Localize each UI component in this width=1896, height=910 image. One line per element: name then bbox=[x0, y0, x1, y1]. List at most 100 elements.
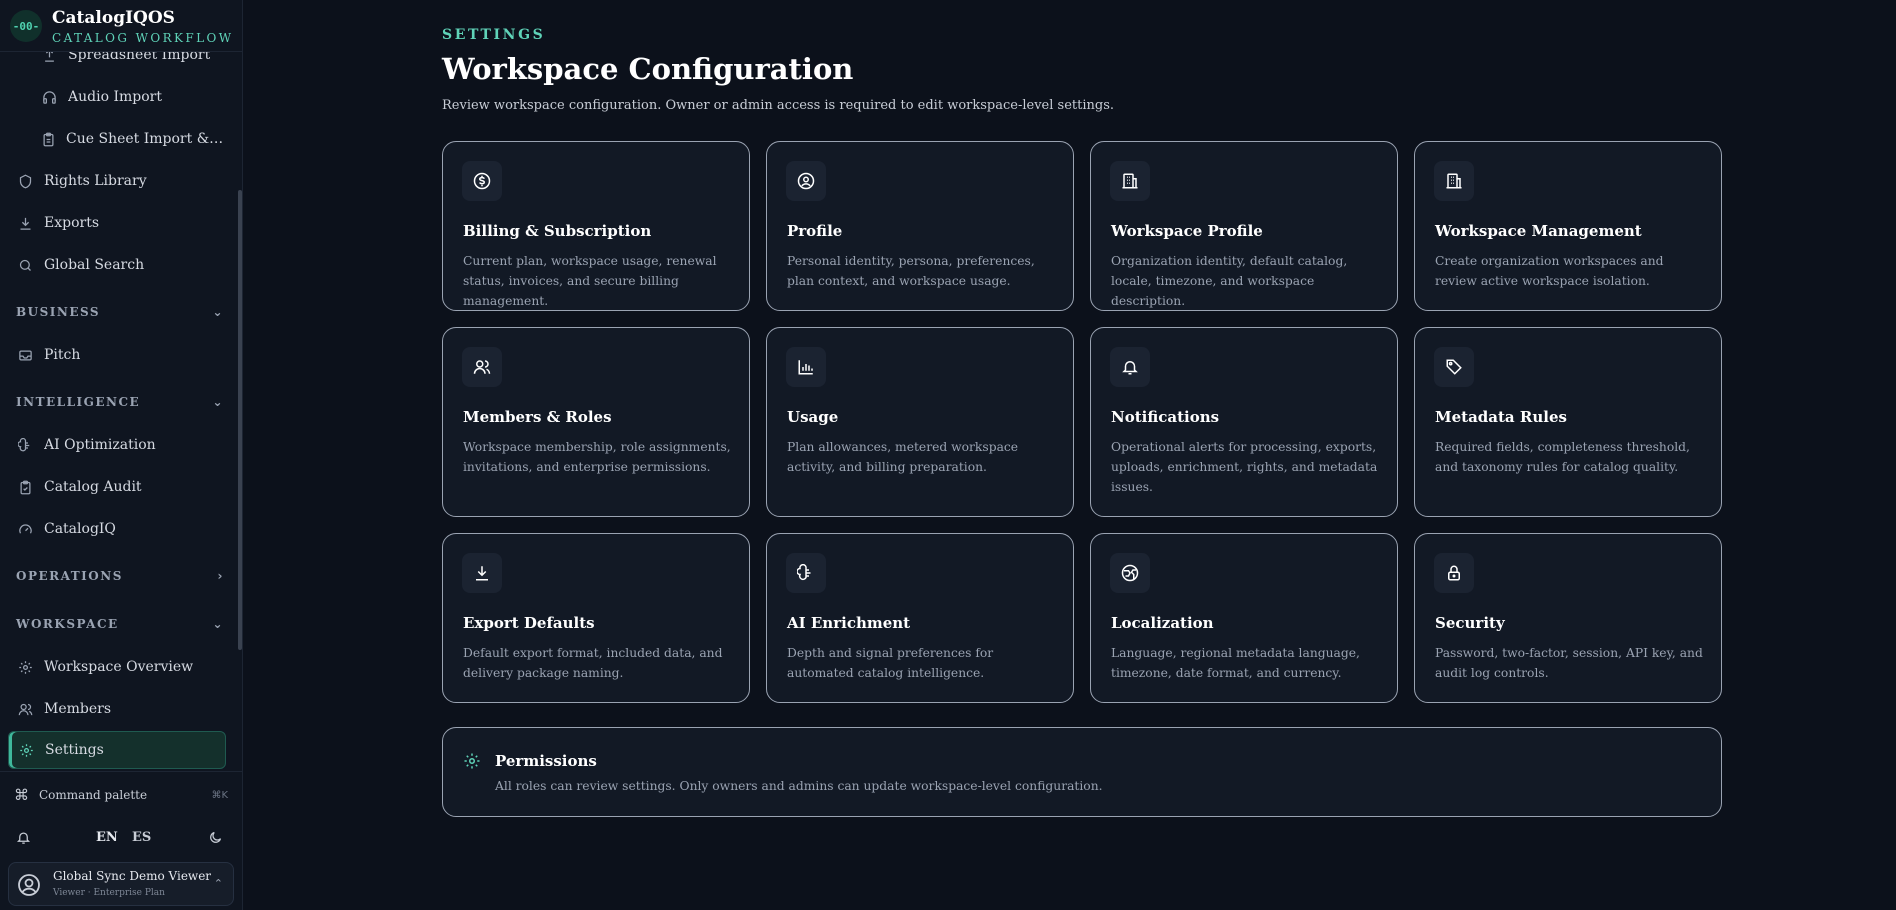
sidebar-item-members[interactable]: Members bbox=[8, 690, 226, 728]
inbox-icon bbox=[16, 346, 34, 364]
chevron-up-icon: ⌃ bbox=[213, 877, 223, 890]
sidebar-item-global-search[interactable]: Global Search bbox=[8, 246, 226, 284]
language-en-button[interactable]: EN bbox=[96, 830, 118, 845]
sidebar-item-settings[interactable]: Settings bbox=[8, 731, 226, 769]
command-palette-button[interactable]: ⌘ Command palette ⌘K bbox=[14, 786, 228, 804]
section-label: WORKSPACE bbox=[16, 617, 119, 631]
page-eyebrow: SETTINGS bbox=[442, 27, 546, 43]
chevron-down-icon: ⌄ bbox=[212, 305, 224, 319]
card-description: Required fields, completeness threshold,… bbox=[1435, 440, 1690, 474]
clipboard-icon bbox=[40, 130, 56, 148]
sidebar-item-pitch[interactable]: Pitch bbox=[8, 336, 226, 374]
card-export-defaults[interactable]: Export Defaults Default export format, i… bbox=[442, 533, 750, 703]
sidebar-footer: ⌘ Command palette ⌘K EN ES Global Sync D… bbox=[0, 771, 242, 910]
sidebar-item-rights-library[interactable]: Rights Library bbox=[8, 162, 226, 200]
gear-icon bbox=[17, 741, 35, 759]
shield-icon bbox=[16, 172, 34, 190]
dollar-circle-icon bbox=[462, 161, 502, 201]
card-title: AI Enrichment bbox=[787, 614, 911, 632]
card-description: Depth and signal preferences for automat… bbox=[787, 646, 994, 680]
command-palette-label: Command palette bbox=[39, 788, 148, 802]
sidebar-item-label: Pitch bbox=[44, 347, 81, 363]
bell-icon[interactable] bbox=[16, 830, 31, 845]
brain-icon bbox=[786, 553, 826, 593]
card-title: Billing & Subscription bbox=[463, 222, 652, 240]
sidebar-item-ai-optimization[interactable]: AI Optimization bbox=[8, 426, 226, 464]
section-intelligence[interactable]: INTELLIGENCE ⌄ bbox=[16, 392, 224, 412]
card-title: Workspace Profile bbox=[1111, 222, 1263, 240]
bell-icon bbox=[1110, 347, 1150, 387]
permissions-description: All roles can review settings. Only owne… bbox=[495, 779, 1103, 793]
tag-icon bbox=[1434, 347, 1474, 387]
sidebar-item-label: Cue Sheet Import & Re... bbox=[66, 131, 226, 147]
card-description: Current plan, workspace usage, renewal s… bbox=[463, 254, 717, 308]
card-localization[interactable]: Localization Language, regional metadata… bbox=[1090, 533, 1398, 703]
sidebar-item-label: Settings bbox=[45, 742, 104, 758]
lock-icon bbox=[1434, 553, 1474, 593]
app-tagline: CATALOG WORKFLOW bbox=[52, 31, 234, 45]
sidebar-item-label: Audio Import bbox=[68, 89, 162, 105]
gear-icon bbox=[16, 658, 34, 676]
chevron-down-icon: ⌄ bbox=[212, 395, 224, 409]
sidebar-item-exports[interactable]: Exports bbox=[8, 204, 226, 242]
sidebar-item-label: Catalog Audit bbox=[44, 479, 142, 495]
chevron-down-icon: ⌄ bbox=[212, 617, 224, 631]
section-operations[interactable]: OPERATIONS › bbox=[16, 566, 224, 586]
section-business[interactable]: BUSINESS ⌄ bbox=[16, 302, 224, 322]
user-avatar-icon bbox=[17, 873, 41, 897]
section-label: INTELLIGENCE bbox=[16, 395, 141, 409]
download-icon bbox=[462, 553, 502, 593]
section-workspace[interactable]: WORKSPACE ⌄ bbox=[16, 614, 224, 634]
sidebar-item-catalog-audit[interactable]: Catalog Audit bbox=[8, 468, 226, 506]
user-menu[interactable]: Global Sync Demo Viewer Viewer · Enterpr… bbox=[8, 862, 234, 906]
card-description: Default export format, included data, an… bbox=[463, 646, 723, 680]
card-title: Notifications bbox=[1111, 408, 1220, 426]
card-workspace-management[interactable]: Workspace Management Create organization… bbox=[1414, 141, 1722, 311]
sidebar-scrollbar[interactable] bbox=[238, 190, 242, 650]
sidebar-item-audio-import[interactable]: Audio Import bbox=[8, 78, 226, 116]
card-profile[interactable]: Profile Personal identity, persona, pref… bbox=[766, 141, 1074, 311]
user-role: Viewer · Enterprise Plan bbox=[53, 888, 165, 898]
card-security[interactable]: Security Password, two-factor, session, … bbox=[1414, 533, 1722, 703]
card-description: Language, regional metadata language, ti… bbox=[1111, 646, 1360, 680]
clipboard-check-icon bbox=[16, 478, 34, 496]
sidebar-item-cue-sheet-import[interactable]: Cue Sheet Import & Re... bbox=[8, 120, 226, 158]
sidebar-item-catalogiq[interactable]: CatalogIQ bbox=[8, 510, 226, 548]
page-subtitle: Review workspace configuration. Owner or… bbox=[442, 98, 1115, 113]
card-ai-enrichment[interactable]: AI Enrichment Depth and signal preferenc… bbox=[766, 533, 1074, 703]
card-usage[interactable]: Usage Plan allowances, metered workspace… bbox=[766, 327, 1074, 517]
brand-header[interactable]: -00- CatalogIQOS CATALOG WORKFLOW bbox=[0, 0, 242, 52]
moon-icon[interactable] bbox=[208, 830, 223, 845]
card-description: Plan allowances, metered workspace activ… bbox=[787, 440, 1019, 474]
globe-icon bbox=[1110, 553, 1150, 593]
command-icon: ⌘ bbox=[14, 786, 29, 804]
sidebar-item-label: AI Optimization bbox=[44, 437, 156, 453]
card-members-roles[interactable]: Members & Roles Workspace membership, ro… bbox=[442, 327, 750, 517]
card-billing-subscription[interactable]: Billing & Subscription Current plan, wor… bbox=[442, 141, 750, 311]
card-title: Localization bbox=[1111, 614, 1214, 632]
building-icon bbox=[1434, 161, 1474, 201]
card-title: Workspace Management bbox=[1435, 222, 1642, 240]
sidebar-item-workspace-overview[interactable]: Workspace Overview bbox=[8, 648, 226, 686]
page-title: Workspace Configuration bbox=[442, 52, 854, 86]
permissions-title: Permissions bbox=[495, 752, 597, 770]
section-label: BUSINESS bbox=[16, 305, 101, 319]
card-title: Usage bbox=[787, 408, 839, 426]
card-notifications[interactable]: Notifications Operational alerts for pro… bbox=[1090, 327, 1398, 517]
card-description: Operational alerts for processing, expor… bbox=[1111, 440, 1378, 494]
language-es-button[interactable]: ES bbox=[132, 830, 151, 845]
user-circle-icon bbox=[786, 161, 826, 201]
gauge-icon bbox=[16, 520, 34, 538]
users-icon bbox=[16, 700, 34, 718]
card-description: Workspace membership, role assignments, … bbox=[463, 440, 731, 474]
users-icon bbox=[462, 347, 502, 387]
card-workspace-profile[interactable]: Workspace Profile Organization identity,… bbox=[1090, 141, 1398, 311]
search-icon bbox=[16, 256, 34, 274]
card-metadata-rules[interactable]: Metadata Rules Required fields, complete… bbox=[1414, 327, 1722, 517]
sidebar-item-label: CatalogIQ bbox=[44, 521, 116, 537]
card-title: Profile bbox=[787, 222, 843, 240]
app-name: CatalogIQOS bbox=[52, 8, 175, 28]
sidebar-item-label: Rights Library bbox=[44, 173, 147, 189]
permissions-panel: Permissions All roles can review setting… bbox=[442, 727, 1722, 817]
logo: -00- bbox=[10, 10, 42, 42]
